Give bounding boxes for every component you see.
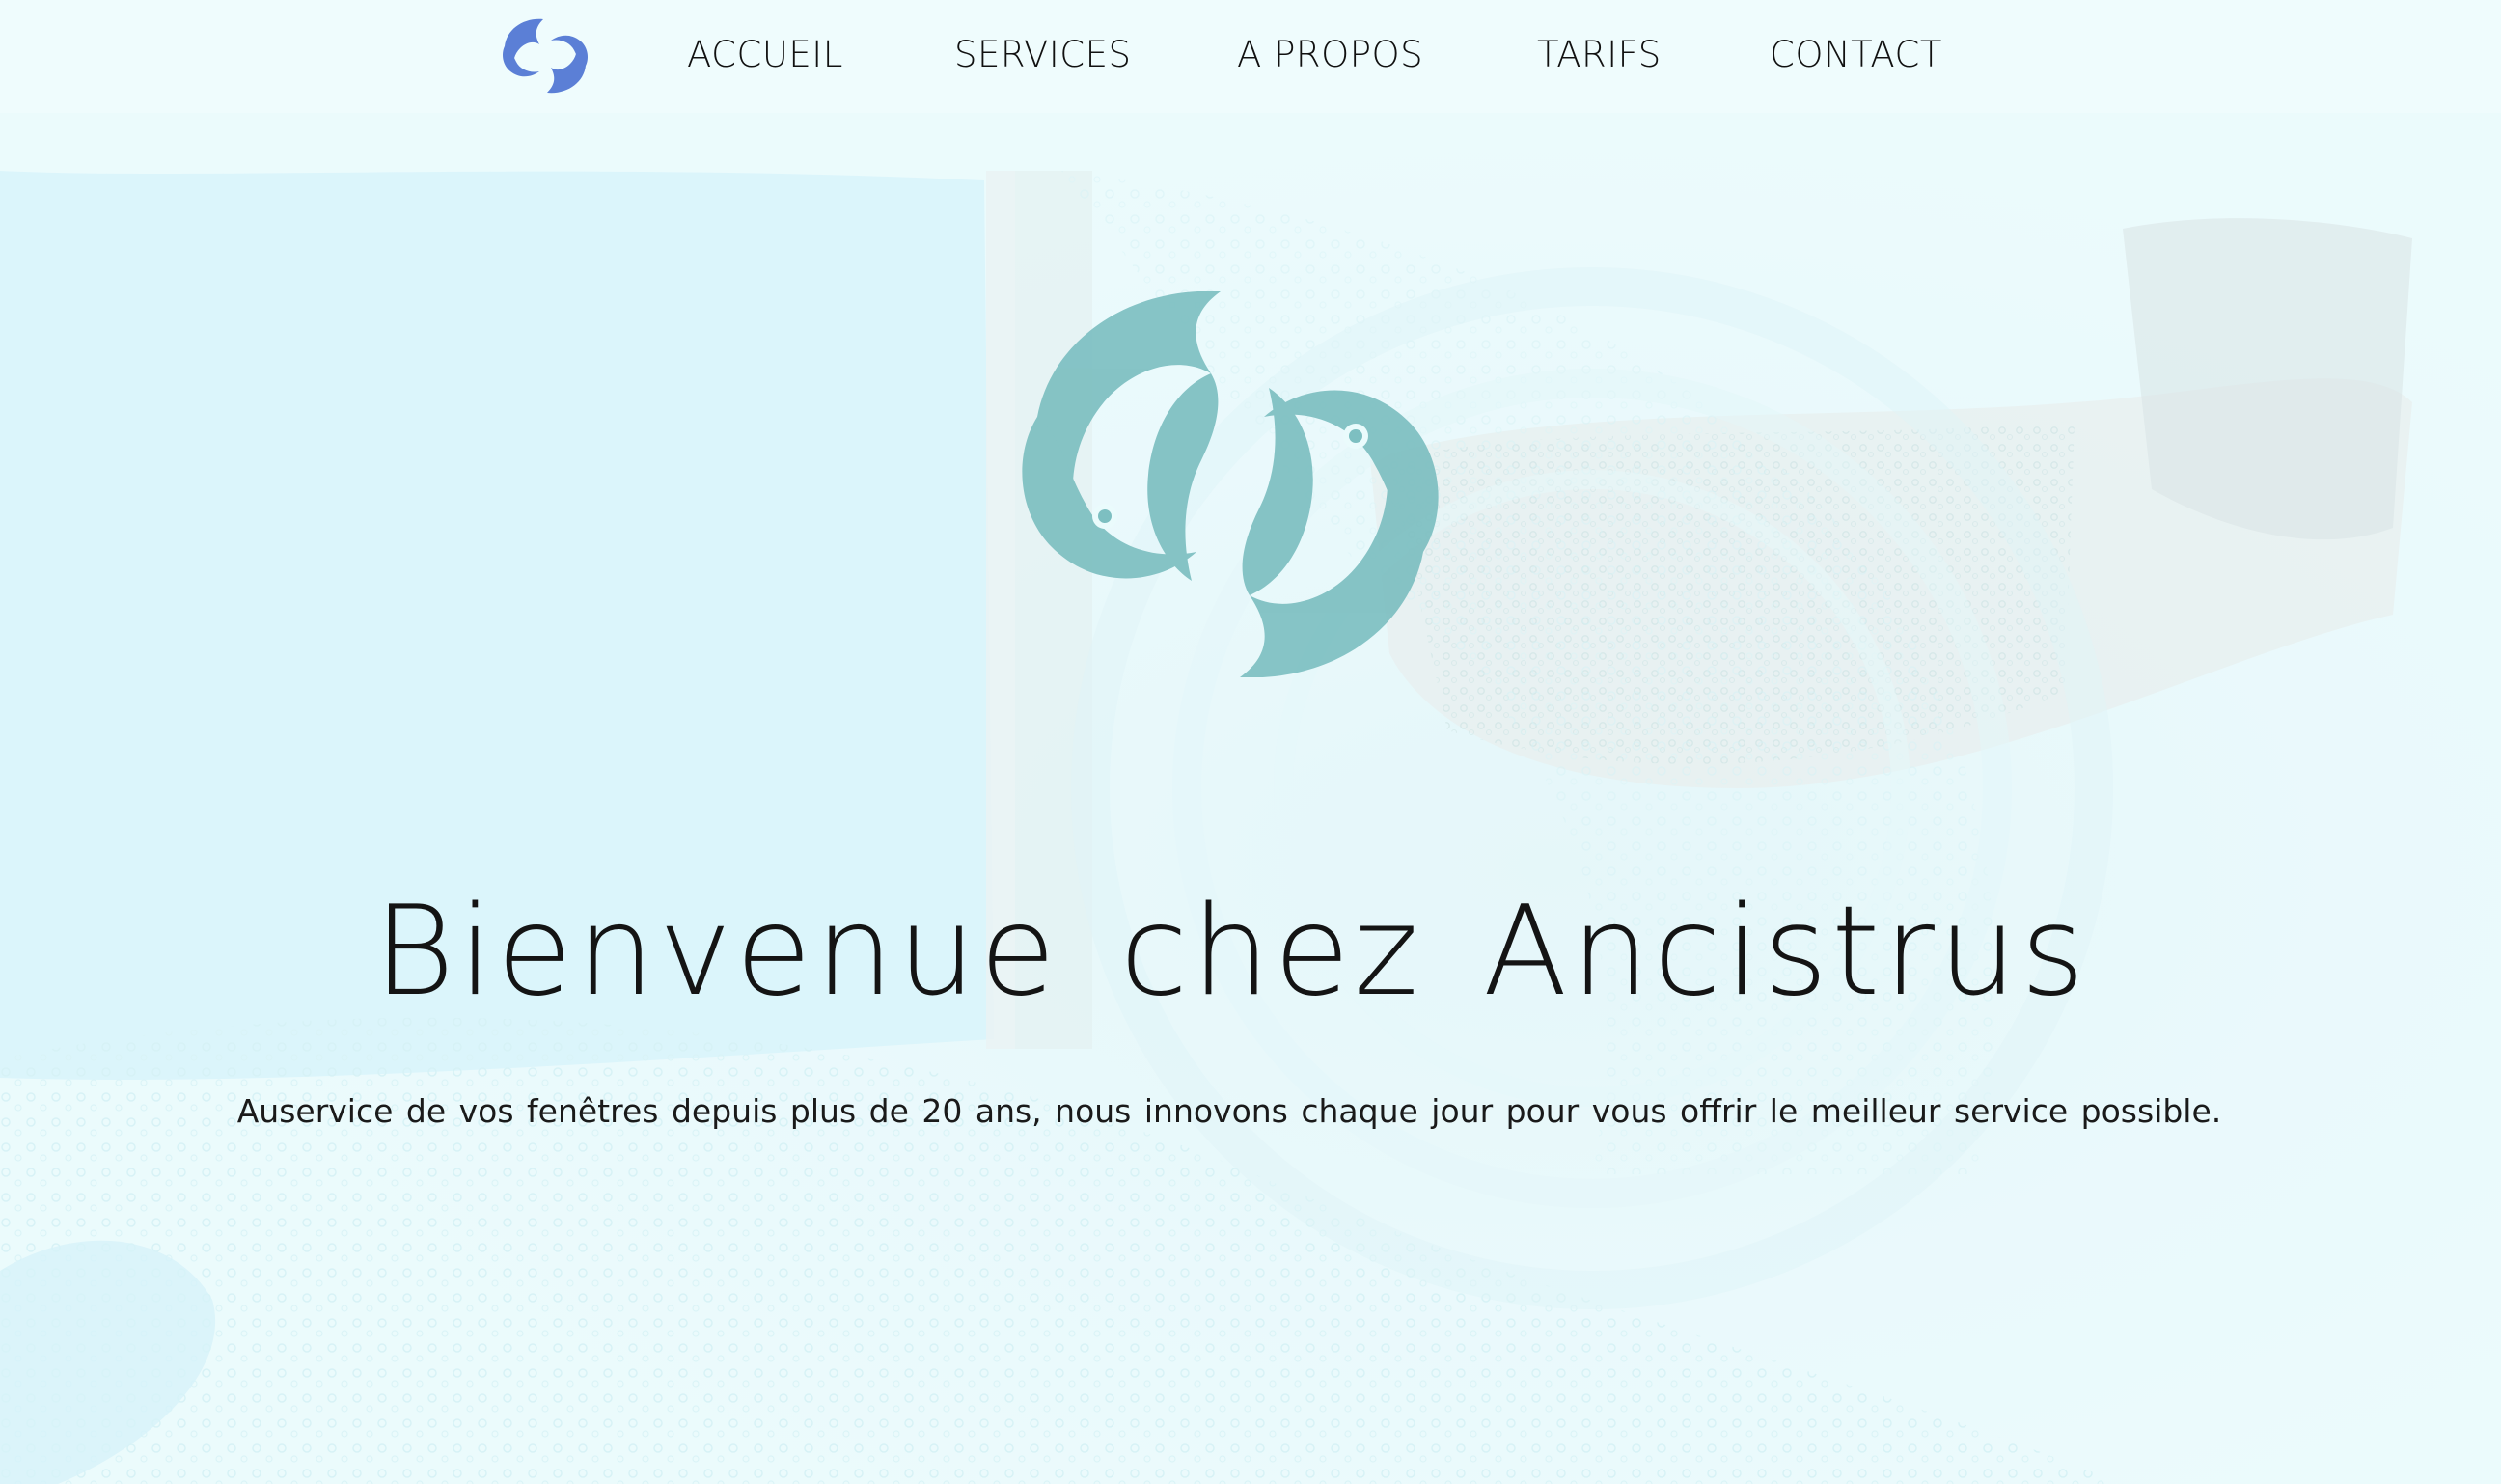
nav-link-contact[interactable]: CONTACT [1770,31,1942,79]
twin-fish-hero-logo-icon [994,290,1467,678]
nav-link-a-propos[interactable]: A PROPOS [1237,31,1423,79]
site-header: ACCUEIL SERVICES A PROPOS TARIFS CONTACT [0,0,2501,113]
nav-link-services[interactable]: SERVICES [954,31,1131,79]
hero-section: Bienvenue chez Ancistrus Auservice de vo… [0,113,2501,1484]
hero-subtitle: Auservice de vos fenêtres depuis plus de… [236,1092,2222,1130]
nav-link-tarifs[interactable]: TARIFS [1537,31,1662,79]
twin-fish-logo-icon[interactable] [497,15,593,96]
hero-title: Bienvenue chez Ancistrus [373,880,2089,1024]
nav-link-accueil[interactable]: ACCUEIL [687,31,843,79]
